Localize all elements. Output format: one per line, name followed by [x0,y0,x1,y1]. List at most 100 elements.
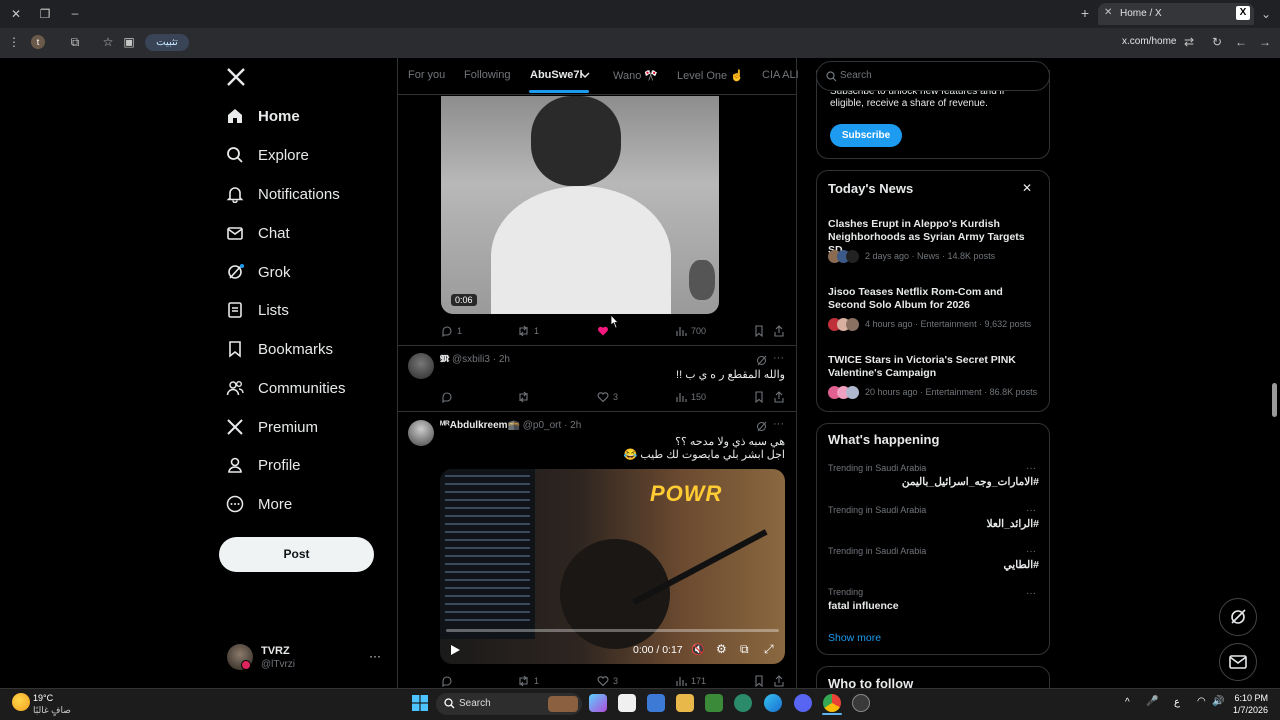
more-icon[interactable]: ··· [1026,463,1036,474]
discord-icon[interactable] [794,694,812,712]
tab-cia-ali[interactable]: CIA ALI [762,69,799,81]
edge-icon[interactable] [764,694,782,712]
nav-more[interactable]: More [226,492,292,516]
post-video[interactable] [441,96,719,314]
avatar[interactable] [408,420,434,446]
nav-communities[interactable]: Communities [226,376,346,400]
close-window-icon[interactable]: ✕ [8,7,24,21]
extensions-icon[interactable]: ⧉ [67,35,83,49]
tab-level-one[interactable]: Level One ☝ [677,69,744,82]
play-icon[interactable] [449,644,461,656]
author-handle[interactable]: @sxbili3 [452,354,490,365]
account-switcher[interactable]: TVRZ @lTvrzi ··· [219,640,389,676]
page-scrollbar[interactable] [1271,60,1278,686]
menu-dots-icon[interactable]: ⋮ [6,35,22,49]
trend-name[interactable]: #الامارات_وجه_اسرائيل_باليمن [828,476,1039,488]
taskbar-search[interactable]: Search [436,693,582,715]
trend-name[interactable]: #الطايي [828,559,1039,571]
like-button[interactable]: 3 [597,675,618,687]
subscribe-button[interactable]: Subscribe [830,124,902,147]
repost-button[interactable]: 1 [517,325,539,337]
clock-time[interactable]: 6:10 PM [1228,693,1268,703]
install-app-button[interactable]: تثبيت [145,34,189,51]
reply-icon[interactable] [441,675,453,687]
xbox-icon[interactable] [734,694,752,712]
bookmark-icon[interactable] [753,325,765,337]
author-name[interactable]: ᴹᴿAbdulkreem🕋 [440,420,520,431]
fullscreen-icon[interactable]: ⤢ [764,642,774,657]
share-icon[interactable] [773,675,785,687]
tab-for-you[interactable]: For you [408,69,445,81]
chevron-down-icon[interactable] [580,71,590,79]
nav-profile[interactable]: Profile [226,453,301,477]
url-text[interactable]: x.com/home [1122,36,1176,47]
mute-icon[interactable]: 🔇 [691,643,705,656]
windows-start-icon[interactable] [412,695,428,711]
more-icon[interactable]: ··· [1026,546,1036,557]
avatar[interactable] [408,353,434,379]
tab-search-icon[interactable]: ⌄ [1258,7,1274,21]
store-icon[interactable] [618,694,636,712]
reply-button[interactable]: 1 [441,325,462,337]
post-time[interactable]: · 2h [493,354,510,365]
close-tab-icon[interactable]: ✕ [1104,7,1112,18]
post-video[interactable]: POWR [440,469,785,664]
grok-icon[interactable] [756,421,767,432]
microphone-icon[interactable]: 🎤 [1146,696,1158,707]
search-box[interactable]: Search [816,61,1050,91]
scrollbar-thumb[interactable] [1272,383,1277,417]
minimize-window-icon[interactable]: – [67,6,83,20]
browser-tab[interactable]: ✕ Home / X X [1098,3,1254,25]
weather-sun-icon[interactable] [12,693,30,711]
nav-explore[interactable]: Explore [226,143,309,167]
nav-home[interactable]: Home [226,104,300,128]
more-icon[interactable]: ··· [773,352,784,364]
views-button[interactable]: 700 [675,325,706,337]
repost-icon[interactable] [517,391,530,403]
volume-icon[interactable]: 🔊 [1212,696,1224,707]
nav-notifications[interactable]: Notifications [226,182,340,206]
messages-float-button[interactable] [1219,643,1257,681]
bookmark-star-icon[interactable]: ☆ [100,35,116,49]
minecraft-icon[interactable] [705,694,723,712]
bookmark-icon[interactable] [753,675,765,687]
picture-in-picture-icon[interactable]: ⧉ [740,642,749,657]
views-button[interactable]: 150 [675,391,706,403]
nav-chat[interactable]: Chat [226,221,290,245]
grok-float-button[interactable] [1219,598,1257,636]
wifi-icon[interactable]: ◠ [1197,696,1206,707]
like-button[interactable]: 3 [597,391,618,403]
profile-avatar-icon[interactable]: t [31,35,45,49]
settings-gear-icon[interactable]: ⚙ [716,642,727,656]
new-tab-icon[interactable]: + [1077,6,1093,20]
nav-premium[interactable]: Premium [226,415,318,439]
chrome-icon[interactable] [823,694,841,712]
show-more-link[interactable]: Show more [828,632,881,644]
post-button[interactable]: Post [219,537,374,572]
news-title[interactable]: Jisoo Teases Netflix Rom-Com and Second … [828,286,1040,312]
copilot-icon[interactable] [589,694,607,712]
file-explorer-icon[interactable] [676,694,694,712]
trend-name[interactable]: fatal influence [828,600,899,612]
nav-lists[interactable]: Lists [226,298,289,322]
cast-icon[interactable]: ▣ [121,35,137,49]
reply-icon[interactable] [441,391,453,403]
close-icon[interactable]: ✕ [1022,181,1032,195]
tray-chevron-icon[interactable]: ^ [1125,697,1130,708]
views-button[interactable]: 171 [675,675,706,687]
news-title[interactable]: TWICE Stars in Victoria's Secret PINK Va… [828,354,1040,380]
tab-abuswe7l[interactable]: AbuSwe7l [530,69,583,81]
tab-following[interactable]: Following [464,69,510,81]
language-indicator[interactable]: ع [1174,697,1180,708]
search-input[interactable]: Search [840,70,872,81]
site-settings-icon[interactable]: ⇄ [1181,35,1197,49]
clock-date[interactable]: 1/7/2026 [1228,705,1268,715]
grok-icon[interactable] [756,355,767,366]
repost-button[interactable]: 1 [517,675,539,687]
trend-name[interactable]: #الرائد_العلا [828,518,1039,530]
back-icon[interactable]: ← [1233,35,1249,49]
forward-icon[interactable]: → [1257,35,1273,49]
defender-icon[interactable] [647,694,665,712]
bookmark-icon[interactable] [753,391,765,403]
app-settings-icon[interactable] [852,694,870,712]
